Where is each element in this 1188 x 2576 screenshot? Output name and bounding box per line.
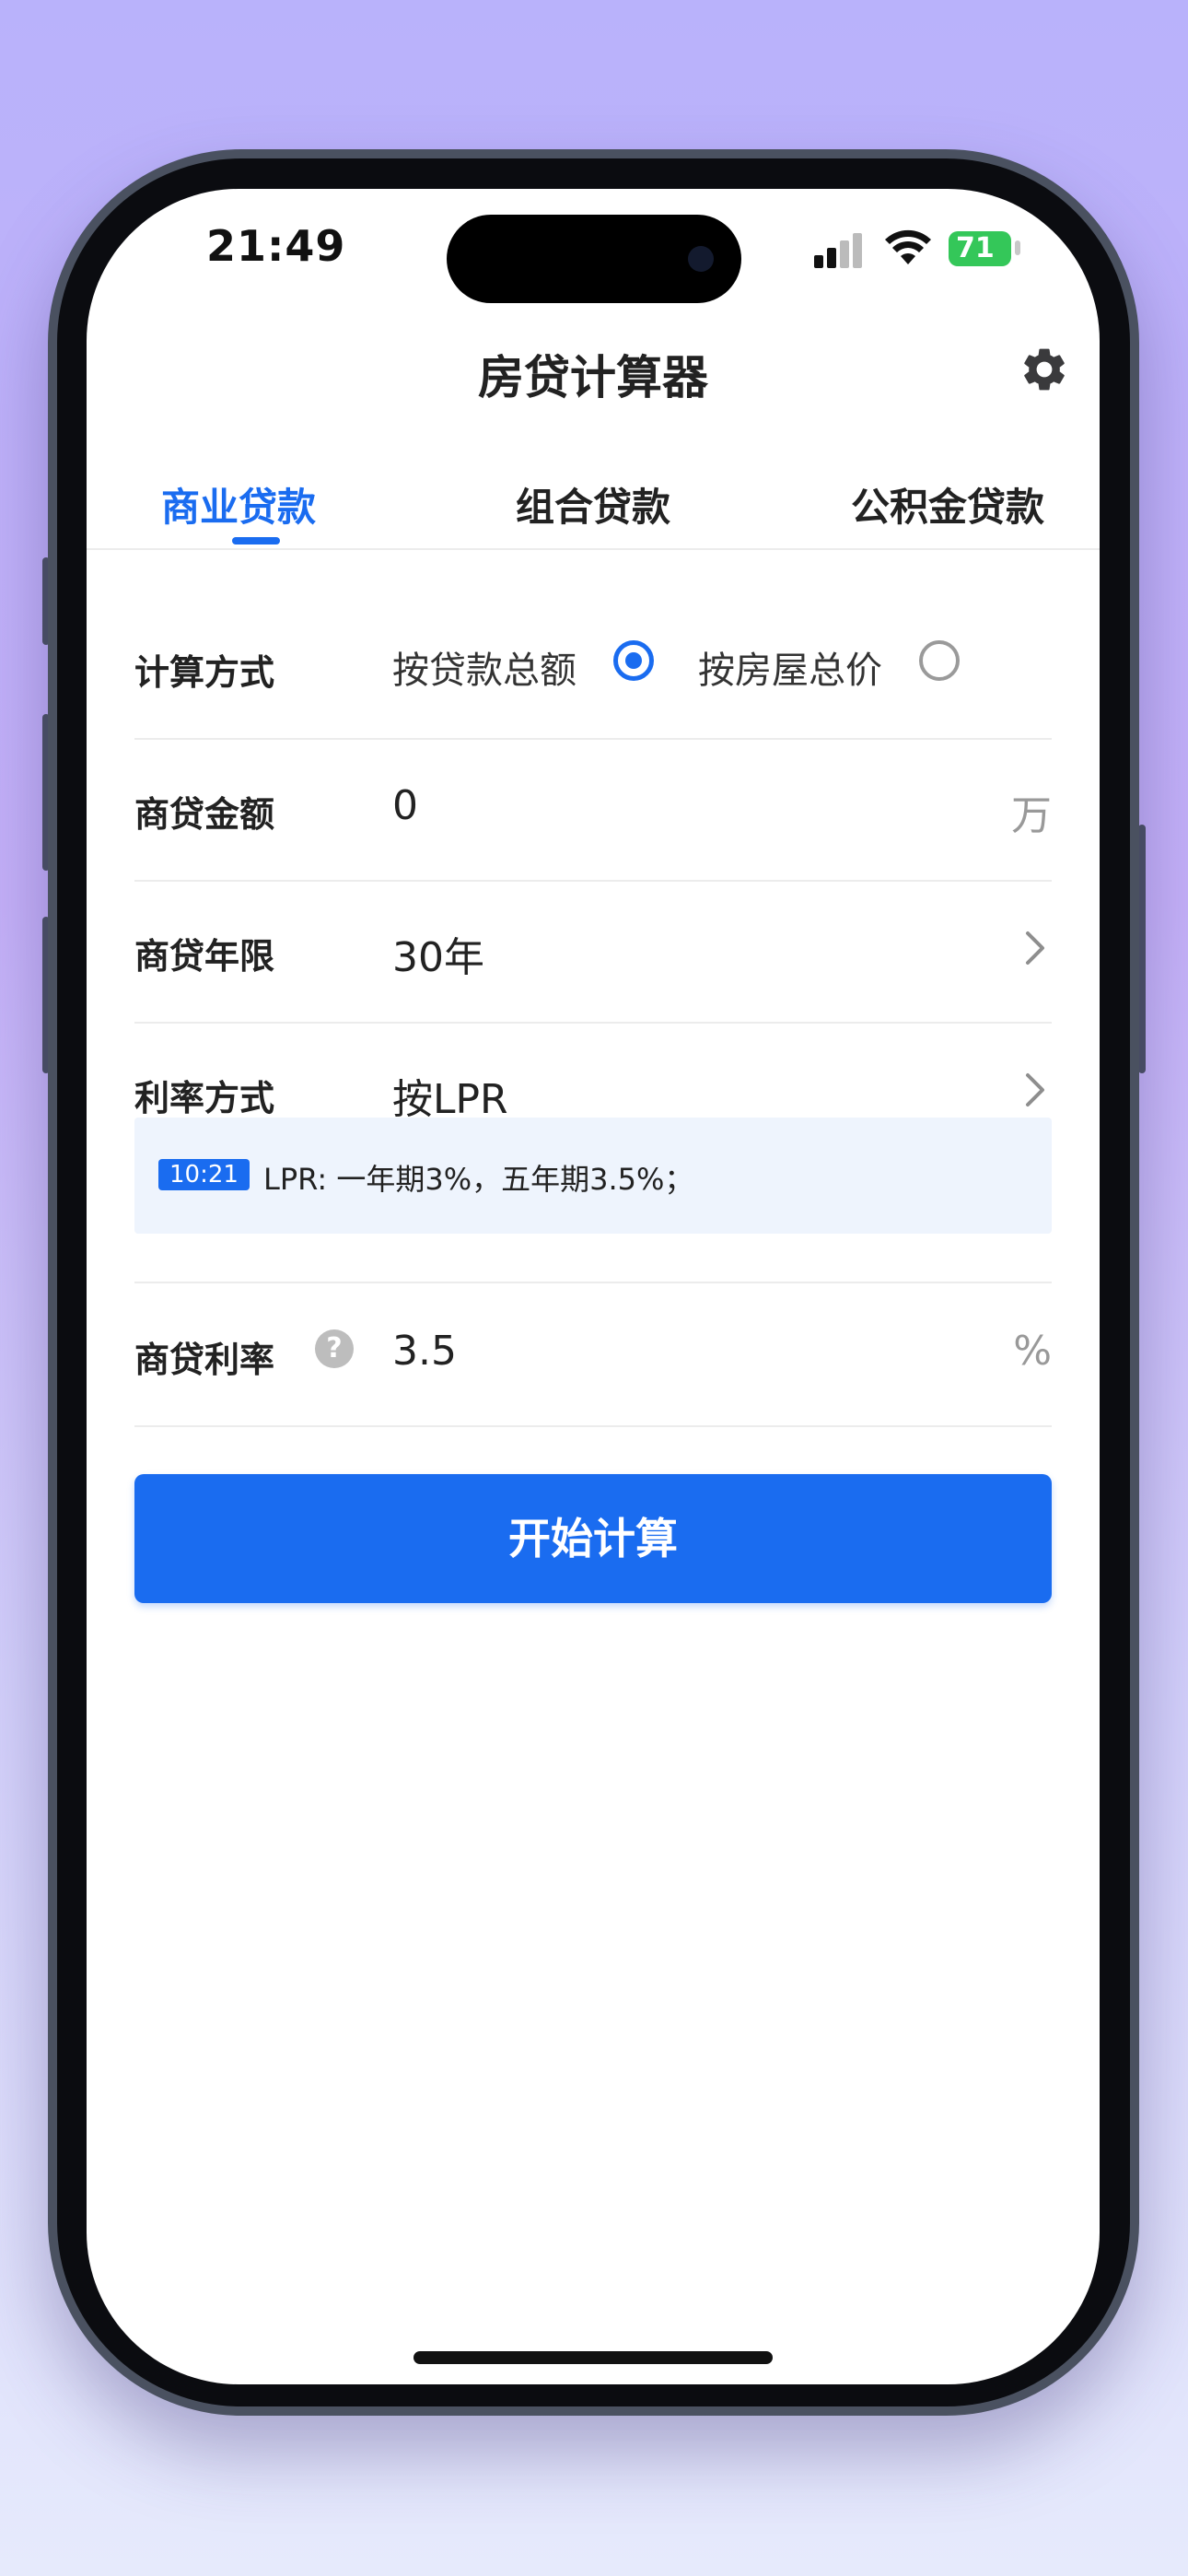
loan-type-tabs: 商业贷款 组合贷款 公积金贷款 xyxy=(87,456,1100,550)
option-by-house-price-radio[interactable] xyxy=(919,640,960,681)
gear-icon[interactable] xyxy=(1019,344,1070,395)
chevron-right-icon xyxy=(1026,931,1044,965)
status-bar: 21:49 71 xyxy=(87,189,1100,318)
loan-rate-input[interactable]: 3.5 xyxy=(392,1328,457,1375)
battery-icon: 71 xyxy=(949,231,1011,266)
loan-rate-row: 商贷利率 ? 3.5 % xyxy=(134,1283,1052,1427)
loan-amount-row: 商贷金额 0 万 xyxy=(134,738,1052,882)
loan-term-label: 商贷年限 xyxy=(134,936,275,977)
tab-commercial-loan[interactable]: 商业贷款 xyxy=(133,476,344,533)
chevron-right-icon xyxy=(1026,1073,1044,1107)
status-time: 21:49 xyxy=(206,221,346,271)
home-indicator[interactable] xyxy=(413,2351,773,2364)
loan-term-value[interactable]: 30年 xyxy=(392,924,484,983)
loan-amount-label: 商贷金额 xyxy=(134,794,275,835)
help-icon[interactable]: ? xyxy=(315,1329,354,1368)
option-by-loan-total-radio[interactable] xyxy=(613,640,654,681)
dynamic-island xyxy=(447,215,741,303)
calc-method-row: 计算方式 按贷款总额 按房屋总价 xyxy=(134,596,1052,740)
power-button xyxy=(1138,825,1146,1073)
loan-amount-input[interactable]: 0 xyxy=(392,782,418,829)
loan-rate-unit: % xyxy=(1013,1328,1052,1375)
loan-amount-unit: 万 xyxy=(1011,792,1052,839)
cellular-signal-icon xyxy=(814,233,866,268)
rate-method-label: 利率方式 xyxy=(134,1078,275,1118)
option-by-loan-total-label[interactable]: 按贷款总额 xyxy=(392,640,577,694)
lpr-notice-text: LPR: 一年期3%，五年期3.5%； xyxy=(263,1162,694,1197)
loan-term-row[interactable]: 商贷年限 30年 xyxy=(134,880,1052,1024)
option-by-house-price-label[interactable]: 按房屋总价 xyxy=(698,640,882,694)
start-calculation-button[interactable]: 开始计算 xyxy=(134,1474,1052,1603)
battery-level: 71 xyxy=(956,232,995,264)
calc-method-label: 计算方式 xyxy=(134,652,275,693)
app-screen: 21:49 71 房贷计算器 商业贷款 组合贷款 公积金贷款 计算方式 按贷款总… xyxy=(87,189,1100,2384)
tab-combined-loan[interactable]: 组合贷款 xyxy=(473,476,713,533)
page-title: 房贷计算器 xyxy=(478,351,708,404)
active-tab-indicator xyxy=(232,537,280,544)
lpr-notice: 10:21 LPR: 一年期3%，五年期3.5%； xyxy=(134,1118,1052,1234)
rate-method-value[interactable]: 按LPR xyxy=(392,1066,508,1125)
wifi-icon xyxy=(885,229,931,264)
loan-rate-label: 商贷利率 xyxy=(134,1340,275,1380)
battery-cap xyxy=(1015,240,1020,255)
lpr-date-tag: 10:21 xyxy=(158,1159,250,1190)
tab-provident-fund-loan[interactable]: 公积金贷款 xyxy=(823,476,1072,533)
camera-icon xyxy=(688,246,714,272)
